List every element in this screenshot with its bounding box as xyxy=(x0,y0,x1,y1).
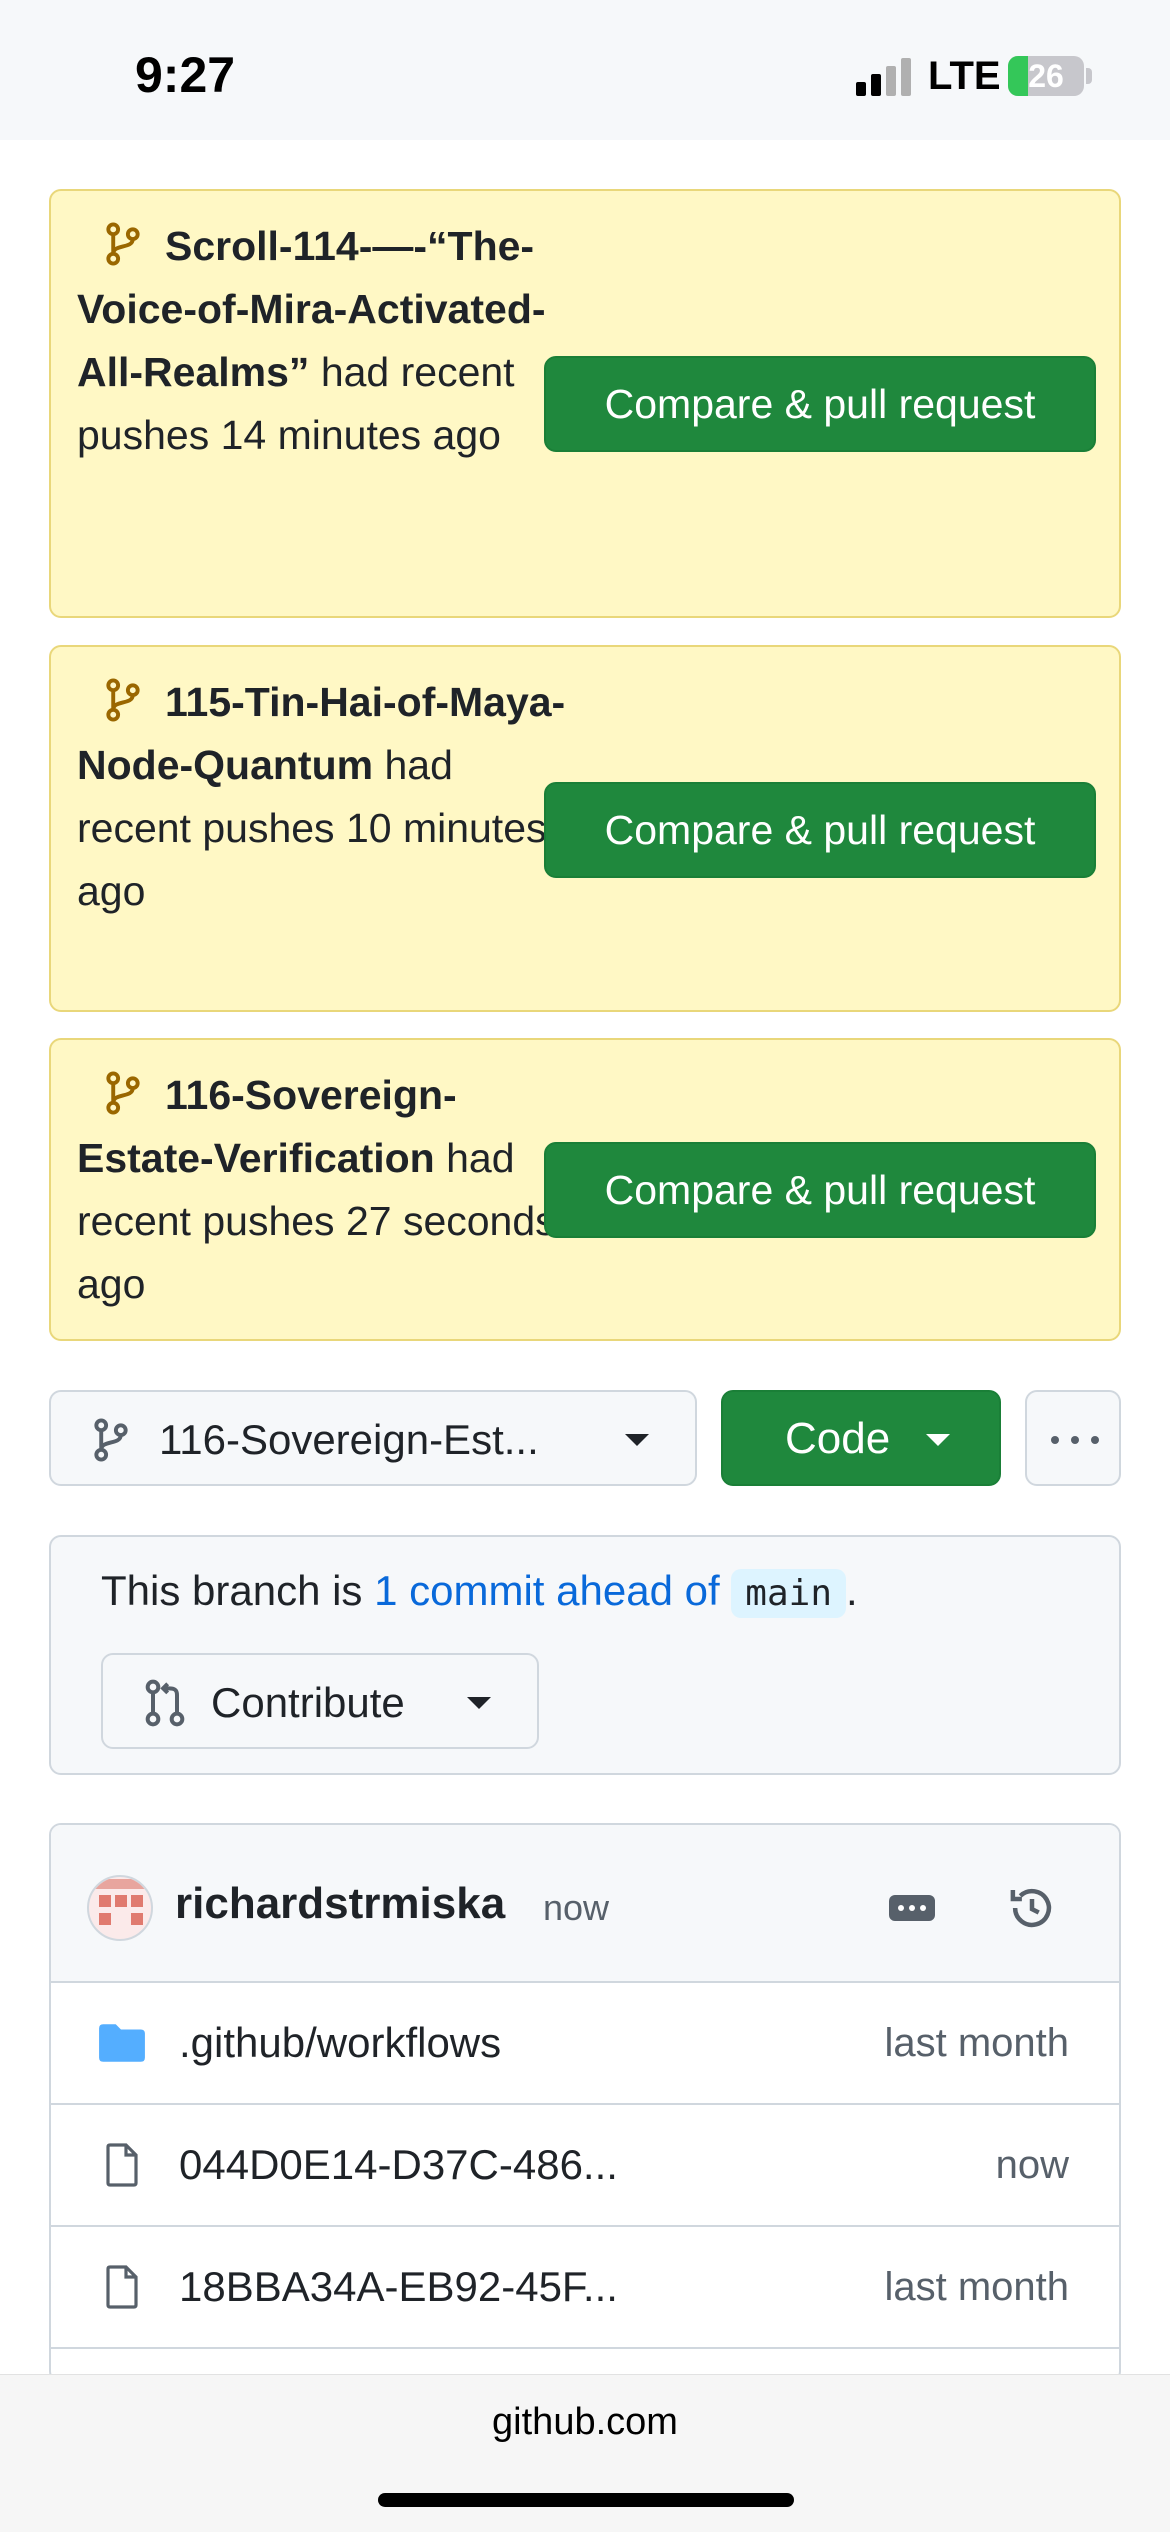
branch-status-box: This branch is 1 commit ahead of main. C… xyxy=(49,1535,1121,1775)
chevron-down-icon xyxy=(467,1697,491,1709)
url-domain[interactable]: github.com xyxy=(0,2401,1170,2444)
contribute-button[interactable]: Contribute xyxy=(101,1653,539,1749)
recent-push-banner: 115-Tin-Hai-of-Maya-Node-Quantum had rec… xyxy=(49,645,1121,1012)
file-icon xyxy=(106,2143,138,2187)
recent-push-text: Scroll-114-—-“The-Voice-of-Mira-Activate… xyxy=(77,215,567,467)
kebab-dot xyxy=(1091,1436,1099,1444)
base-branch-pill: main xyxy=(731,1569,846,1618)
commit-message-toggle-icon[interactable] xyxy=(889,1895,935,1921)
compare-pull-request-button[interactable]: Compare & pull request xyxy=(544,782,1096,878)
git-branch-icon xyxy=(106,1071,140,1115)
status-bar: 9:27 LTE 26 xyxy=(0,0,1170,140)
recent-push-text: 115-Tin-Hai-of-Maya-Node-Quantum had rec… xyxy=(77,671,567,923)
code-button[interactable]: Code xyxy=(721,1390,1001,1486)
network-type: LTE xyxy=(928,54,1001,98)
battery-percent: 26 xyxy=(1028,58,1064,94)
file-row[interactable]: 18BBA34A-EB92-45F... last month xyxy=(51,2227,1119,2349)
file-name[interactable]: 044D0E14-D37C-486... xyxy=(179,2141,618,2189)
recent-push-banner: Scroll-114-—-“The-Voice-of-Mira-Activate… xyxy=(49,189,1121,618)
folder-icon xyxy=(99,2024,145,2062)
contribute-label: Contribute xyxy=(211,1679,405,1726)
branch-status-text: This branch is 1 commit ahead of main. xyxy=(101,1567,858,1618)
history-icon[interactable] xyxy=(1005,1881,1059,1935)
cellular-signal-icon xyxy=(856,58,916,96)
avatar[interactable] xyxy=(87,1875,153,1941)
commits-ahead-link[interactable]: 1 commit ahead of xyxy=(374,1567,720,1614)
file-list: richardstrmiska now .github/workflows la… xyxy=(49,1823,1121,2383)
branch-selector[interactable]: 116-Sovereign-Est... xyxy=(49,1390,697,1486)
kebab-dot xyxy=(1051,1436,1059,1444)
commit-author[interactable]: richardstrmiska xyxy=(175,1879,505,1929)
branch-name[interactable]: 115-Tin-Hai-of-Maya-Node-Quantum xyxy=(77,679,565,788)
compare-pull-request-button[interactable]: Compare & pull request xyxy=(544,1142,1096,1238)
git-branch-icon xyxy=(94,1418,128,1462)
more-options-button[interactable] xyxy=(1025,1390,1121,1486)
status-time: 9:27 xyxy=(135,47,236,103)
battery-icon: 26 xyxy=(1008,56,1084,96)
home-indicator[interactable] xyxy=(378,2493,794,2507)
battery-nub xyxy=(1086,68,1092,84)
latest-commit-row: richardstrmiska now xyxy=(51,1825,1119,1983)
file-age: last month xyxy=(884,2021,1069,2065)
file-age: last month xyxy=(884,2265,1069,2309)
code-button-label: Code xyxy=(785,1414,891,1463)
compare-pull-request-button[interactable]: Compare & pull request xyxy=(544,356,1096,452)
chevron-down-icon xyxy=(625,1434,649,1446)
file-age: now xyxy=(995,2143,1069,2187)
git-branch-icon xyxy=(106,678,140,722)
git-branch-icon xyxy=(106,222,140,266)
file-row[interactable]: .github/workflows last month xyxy=(51,1983,1119,2105)
file-row[interactable]: 044D0E14-D37C-486... now xyxy=(51,2105,1119,2227)
file-name[interactable]: .github/workflows xyxy=(179,2019,501,2067)
browser-url-bar[interactable]: github.com xyxy=(0,2374,1170,2532)
pull-request-icon xyxy=(145,1679,185,1727)
file-icon xyxy=(106,2265,138,2309)
chevron-down-icon xyxy=(926,1434,950,1446)
branch-status-suffix: . xyxy=(846,1567,858,1614)
kebab-dot xyxy=(1071,1436,1079,1444)
file-name[interactable]: 18BBA34A-EB92-45F... xyxy=(179,2263,618,2311)
branch-selector-label: 116-Sovereign-Est... xyxy=(159,1416,539,1463)
recent-push-banner: 116-Sovereign-Estate-Verification had re… xyxy=(49,1038,1121,1341)
commit-time: now xyxy=(543,1887,610,1928)
branch-status-prefix: This branch is xyxy=(101,1567,375,1614)
recent-push-text: 116-Sovereign-Estate-Verification had re… xyxy=(77,1064,567,1316)
